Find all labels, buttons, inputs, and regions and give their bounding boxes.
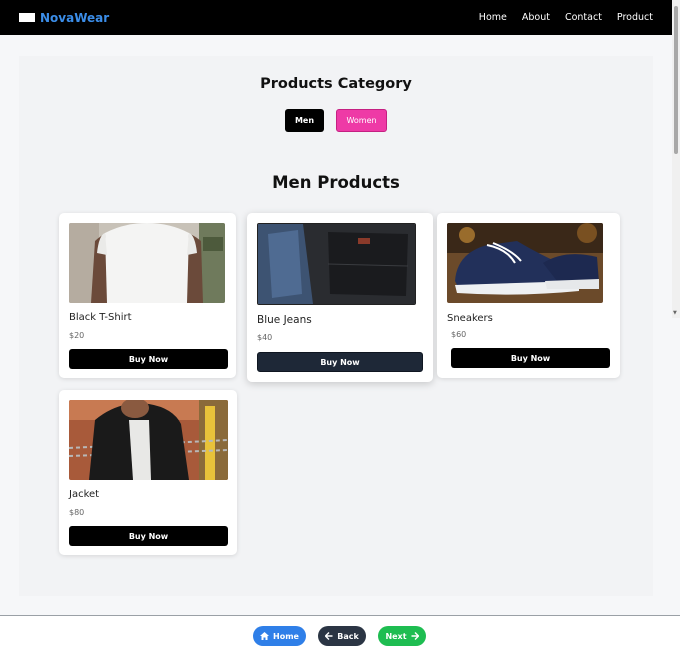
scroll-down-icon[interactable]: ▼ <box>673 310 677 316</box>
product-card-jacket: Jacket $80 Buy Now <box>59 390 237 555</box>
nav-link-about[interactable]: About <box>522 12 550 23</box>
next-pill-label: Next <box>385 631 407 641</box>
black-tshirt-image <box>69 223 225 303</box>
arrow-left-icon <box>325 632 333 640</box>
home-pill-label: Home <box>273 631 299 641</box>
nav-link-contact[interactable]: Contact <box>565 12 602 23</box>
bottom-nav-bar: Home Back Next <box>0 615 680 657</box>
jacket-photo <box>69 400 228 480</box>
product-price: $80 <box>69 508 85 517</box>
product-name: Jacket <box>69 489 100 500</box>
product-card-black-tshirt: Black T-Shirt $20 Buy Now <box>59 213 236 378</box>
product-price: $40 <box>257 333 273 342</box>
product-card-sneakers: Sneakers $60 Buy Now <box>437 213 620 378</box>
page-scrollbar[interactable]: ▼ <box>672 0 680 318</box>
navbar: NovaWear Home About Contact Product <box>0 0 672 35</box>
brand-name: NovaWear <box>40 10 110 25</box>
brand[interactable]: NovaWear <box>19 11 109 25</box>
nav-link-product[interactable]: Product <box>617 12 653 23</box>
back-pill-button[interactable]: Back <box>318 626 366 646</box>
tshirt-photo <box>69 223 225 303</box>
brand-logo-icon <box>19 13 35 22</box>
buy-now-button[interactable]: Buy Now <box>69 349 228 369</box>
buy-now-button[interactable]: Buy Now <box>451 348 610 368</box>
product-card-blue-jeans: Blue Jeans $40 Buy Now <box>247 213 433 382</box>
home-icon <box>260 632 270 640</box>
home-pill-button[interactable]: Home <box>253 626 306 646</box>
jeans-photo <box>258 224 415 304</box>
sneakers-image <box>447 223 603 303</box>
men-category-button[interactable]: Men <box>285 109 324 132</box>
arrow-right-icon <box>411 632 419 640</box>
jacket-image <box>69 400 228 480</box>
next-pill-button[interactable]: Next <box>378 626 426 646</box>
product-name: Black T-Shirt <box>69 312 132 323</box>
sneakers-photo <box>447 223 603 303</box>
main-panel: Products Category Men Women Men Products… <box>19 56 653 596</box>
section-title: Men Products <box>272 173 400 192</box>
women-category-button[interactable]: Women <box>336 109 387 132</box>
nav-links: Home About Contact Product <box>479 0 653 35</box>
back-pill-label: Back <box>337 631 359 641</box>
nav-link-home[interactable]: Home <box>479 12 507 23</box>
product-name: Blue Jeans <box>257 314 312 326</box>
category-title: Products Category <box>260 76 412 92</box>
product-price: $20 <box>69 331 85 340</box>
buy-now-button[interactable]: Buy Now <box>257 352 423 372</box>
blue-jeans-image <box>257 223 416 305</box>
product-name: Sneakers <box>447 313 493 324</box>
scrollbar-thumb[interactable] <box>674 6 678 154</box>
product-price: $60 <box>451 330 467 339</box>
buy-now-button[interactable]: Buy Now <box>69 526 228 546</box>
